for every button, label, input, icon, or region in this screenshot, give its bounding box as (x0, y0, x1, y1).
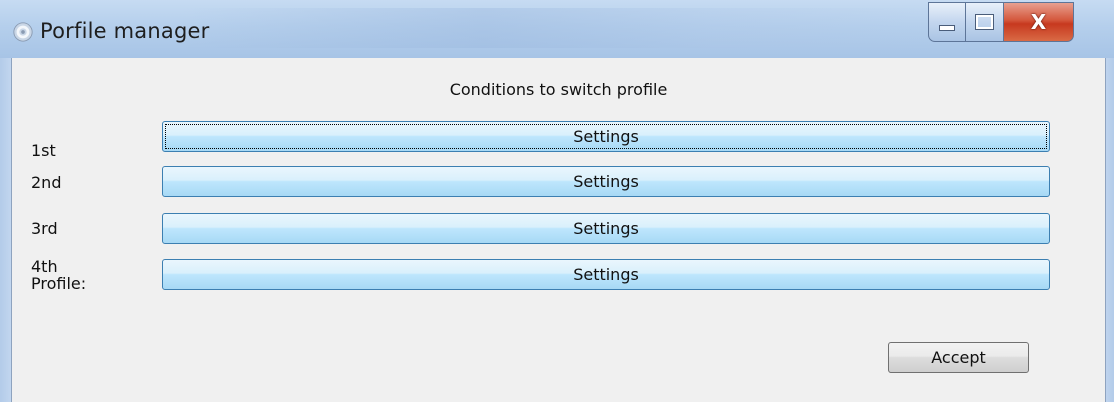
accept-button[interactable]: Accept (888, 342, 1029, 373)
settings-button-4th[interactable]: Settings (162, 259, 1050, 290)
client-area: Conditions to switch profile 1st Setting… (11, 58, 1106, 402)
gear-icon (13, 22, 33, 42)
close-button[interactable]: X (1004, 2, 1074, 42)
row-label-4th-line2: Profile: (31, 274, 87, 293)
minimize-icon (939, 25, 955, 31)
row-label-3rd: 3rd (31, 219, 58, 238)
window-title: Porfile manager (40, 19, 210, 43)
profile-manager-window: Porfile manager X Conditions to switch p… (0, 0, 1114, 402)
title-bar[interactable]: Porfile manager X (0, 0, 1114, 58)
row-label-4th-line1: 4th (31, 257, 58, 276)
window-frame-left (0, 58, 11, 402)
minimize-button[interactable] (928, 2, 966, 42)
maximize-button[interactable] (966, 2, 1004, 42)
settings-button-3rd[interactable]: Settings (162, 213, 1050, 244)
window-controls: X (928, 2, 1074, 42)
section-heading: Conditions to switch profile (449, 80, 668, 99)
row-label-4th: 4th Profile: (31, 258, 86, 292)
row-label-1st: 1st (31, 141, 56, 160)
settings-button-2nd[interactable]: Settings (162, 166, 1050, 197)
row-label-2nd: 2nd (31, 173, 62, 192)
maximize-icon (976, 15, 993, 29)
settings-button-1st[interactable]: Settings (162, 121, 1050, 152)
close-icon: X (1030, 10, 1047, 34)
